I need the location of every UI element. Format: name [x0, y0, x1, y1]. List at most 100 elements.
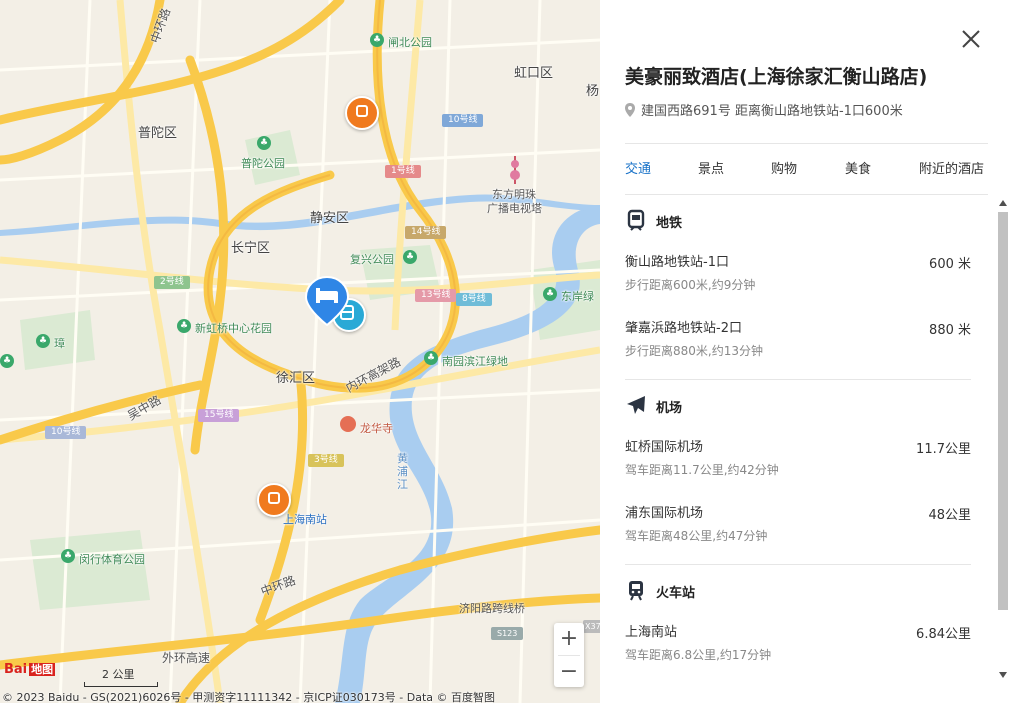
park-icon: ♣: [424, 351, 438, 365]
tab-food[interactable]: 美食: [845, 158, 871, 177]
park-xinhongqiao: 新虹桥中心花园: [195, 322, 272, 335]
item-description: 步行距离600米,约9分钟: [625, 278, 756, 292]
item-description: 驾车距离11.7公里,约42分钟: [625, 463, 779, 477]
metro-line-badge: 2号线: [154, 276, 190, 289]
road-code: S123: [491, 627, 524, 640]
hotel-title: 美豪丽致酒店(上海徐家汇衡山路店): [625, 66, 928, 88]
metro-line-badge: 3号线: [308, 454, 344, 467]
tab-nearby-hotels[interactable]: 附近的酒店: [919, 158, 984, 177]
item-distance: 600 米: [929, 257, 971, 272]
district-hongkou: 虹口区: [514, 66, 554, 81]
park-minhang: 闵行体育公园: [79, 553, 145, 566]
section-header: 地铁: [625, 209, 971, 233]
zoom-out-button[interactable]: −: [554, 656, 584, 688]
item-name: 肇嘉浜路地铁站-2口: [625, 321, 742, 336]
zoom-in-button[interactable]: +: [554, 623, 584, 655]
divider: [625, 379, 971, 380]
landmark-pearl-tower-sub: 广播电视塔: [487, 202, 542, 215]
park-dongan: 东岸绿: [561, 290, 594, 303]
train-section: 火车站 上海南站 6.84公里 驾车距离6.8公里,约17分钟: [625, 579, 971, 684]
list-item[interactable]: 衡山路地铁站-1口 600 米 步行距离600米,约9分钟: [625, 251, 971, 317]
tv-tower-icon: [510, 156, 520, 184]
district-putuo: 普陀区: [138, 126, 178, 141]
river-label: 黄浦江: [397, 452, 408, 491]
divider: [625, 143, 988, 144]
scroll-down-icon[interactable]: [999, 672, 1007, 678]
metro-line-badge: 10号线: [45, 426, 87, 439]
road-code: X372: [583, 620, 600, 633]
map-copyright: © 2023 Baidu - GS(2021)6026号 - 甲测资字11111…: [2, 691, 496, 703]
train-station-pin[interactable]: [257, 483, 291, 517]
logo-sub: 地图: [29, 663, 56, 676]
item-distance: 11.7公里: [916, 442, 971, 457]
list-item[interactable]: 浦东国际机场 48公里 驾车距离48公里,约47分钟: [625, 502, 971, 568]
metro-line-badge: 10号线: [442, 114, 484, 127]
map-base: [0, 0, 600, 703]
transport-list[interactable]: 地铁 衡山路地铁站-1口 600 米 步行距离600米,约9分钟 肇嘉浜路地铁站…: [600, 196, 1014, 684]
item-description: 驾车距离6.8公里,约17分钟: [625, 648, 772, 662]
scrollbar-thumb[interactable]: [998, 212, 1008, 610]
landmark-shanghai-south: 上海南站: [283, 513, 327, 526]
park-icon: ♣: [36, 334, 50, 348]
scale-label: 2 公里: [102, 668, 135, 681]
road-label: 外环高速: [162, 651, 211, 665]
subway-icon: [627, 209, 645, 231]
logo-text: Bai: [4, 662, 28, 677]
park-icon: ♣: [257, 136, 271, 150]
airplane-icon: [627, 396, 645, 414]
close-icon[interactable]: [958, 26, 984, 52]
metro-line-badge: 13号线: [415, 289, 457, 302]
list-item[interactable]: 肇嘉浜路地铁站-2口 880 米 步行距离880米,约13分钟: [625, 317, 971, 383]
section-title: 机场: [656, 401, 683, 416]
item-name: 浦东国际机场: [625, 506, 704, 521]
item-description: 步行距离880米,约13分钟: [625, 344, 763, 358]
address-text: 建国西路691号 距离衡山路地铁站-1口600米: [641, 104, 903, 119]
tab-shopping[interactable]: 购物: [771, 158, 797, 177]
location-pin-icon: [625, 103, 635, 117]
road-label: 济阳路跨线桥: [459, 602, 525, 615]
district-changning: 长宁区: [231, 241, 271, 256]
train-icon: [629, 581, 643, 601]
tab-transport[interactable]: 交通: [625, 158, 651, 177]
metro-line-badge: 1号线: [385, 165, 421, 178]
park-icon: ♣: [543, 287, 557, 301]
list-item[interactable]: 虹桥国际机场 11.7公里 驾车距离11.7公里,约42分钟: [625, 436, 971, 502]
item-distance: 6.84公里: [916, 627, 971, 642]
district-yangpu-partial: 杨: [586, 84, 600, 99]
scale-bar: [84, 682, 158, 687]
district-jingan: 静安区: [310, 211, 350, 226]
landmark-longhua-temple: 龙华寺: [360, 422, 393, 435]
divider: [625, 194, 988, 195]
airport-section: 机场 虹桥国际机场 11.7公里 驾车距离11.7公里,约42分钟 浦东国际机场…: [625, 394, 971, 568]
section-header: 机场: [625, 394, 971, 418]
train-station-pin[interactable]: [345, 96, 379, 130]
hotel-location-pin[interactable]: [305, 276, 349, 326]
park-nanyuan: 南园滨江绿地: [442, 355, 508, 368]
park-partial: 璋: [54, 337, 65, 350]
divider: [625, 564, 971, 565]
park-icon: ♣: [177, 319, 191, 333]
metro-line-badge: 15号线: [198, 409, 240, 422]
zoom-control: + −: [554, 623, 584, 687]
section-title: 地铁: [656, 216, 683, 231]
map-view[interactable]: 虹口区 普陀区 静安区 长宁区 徐汇区 杨 ♣ 闸北公园 ♣ 普陀公园 复兴公园…: [0, 0, 600, 703]
list-item[interactable]: 上海南站 6.84公里 驾车距离6.8公里,约17分钟: [625, 621, 971, 684]
category-tabs: 交通 景点 购物 美食 附近的酒店: [625, 158, 990, 182]
hotel-address: 建国西路691号 距离衡山路地铁站-1口600米: [625, 100, 903, 119]
baidu-logo[interactable]: Bai 地图: [4, 661, 56, 683]
park-fuxing: 复兴公园: [350, 253, 394, 266]
scrollbar[interactable]: [996, 196, 1010, 684]
section-title: 火车站: [656, 586, 696, 601]
item-name: 虹桥国际机场: [625, 440, 704, 455]
park-zhabei: 闸北公园: [388, 36, 432, 49]
item-distance: 880 米: [929, 323, 971, 338]
section-header: 火车站: [625, 579, 971, 603]
item-description: 驾车距离48公里,约47分钟: [625, 529, 768, 543]
scroll-up-icon[interactable]: [999, 200, 1007, 206]
metro-line-badge: 14号线: [405, 226, 447, 239]
item-distance: 48公里: [928, 508, 971, 523]
tab-attractions[interactable]: 景点: [698, 158, 724, 177]
park-putuo: 普陀公园: [241, 157, 285, 170]
item-name: 衡山路地铁站-1口: [625, 255, 729, 270]
subway-section: 地铁 衡山路地铁站-1口 600 米 步行距离600米,约9分钟 肇嘉浜路地铁站…: [625, 209, 971, 383]
